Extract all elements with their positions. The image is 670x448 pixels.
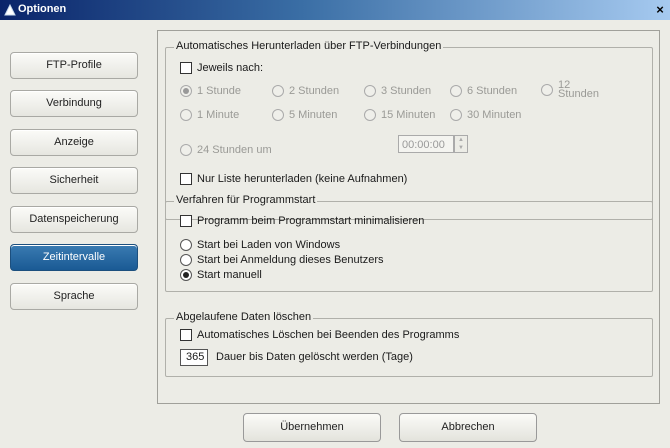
sidebar-item-sicherheit[interactable]: Sicherheit <box>10 167 138 194</box>
radio-circle[interactable] <box>450 109 462 121</box>
interval-label: 1 Stunde <box>197 85 242 97</box>
checkbox-box[interactable] <box>180 215 192 227</box>
auto-delete-label: Automatisches Löschen bei Beenden des Pr… <box>197 329 460 341</box>
daily-time-input[interactable]: 00:00:00 <box>398 135 454 153</box>
radio-circle[interactable] <box>180 269 192 281</box>
checkbox-box[interactable] <box>180 173 192 185</box>
radio-circle[interactable] <box>364 109 376 121</box>
interval-label: 3 Stunden <box>381 85 432 97</box>
list-only-label: Nur Liste herunterladen (keine Aufnahmen… <box>197 173 408 185</box>
apply-button[interactable]: Übernehmen <box>243 413 381 442</box>
sidebar-item-ftp-profile[interactable]: FTP-Profile <box>10 52 138 79</box>
interval-label: 1 Minute <box>197 109 240 121</box>
sidebar-item-sprache[interactable]: Sprache <box>10 283 138 310</box>
auto-download-legend: Automatisches Herunterladen über FTP-Ver… <box>174 40 444 52</box>
startup-radio-login[interactable]: Start bei Anmeldung dieses Benutzers <box>180 254 384 266</box>
every-interval-label: Jeweils nach: <box>197 62 264 74</box>
sidebar-item-zeitintervalle[interactable]: Zeitintervalle <box>10 244 138 271</box>
radio-circle[interactable] <box>180 239 192 251</box>
minimize-checkbox[interactable]: Programm beim Programmstart minimalisier… <box>180 215 424 227</box>
every-interval-checkbox[interactable]: Jeweils nach: <box>180 62 263 74</box>
startup-group: Verfahren für Programmstart Programm bei… <box>165 194 653 292</box>
interval-label: 2 Stunden <box>289 85 340 97</box>
spin-up-icon[interactable]: ▲ <box>455 136 467 144</box>
close-icon[interactable]: × <box>652 2 668 17</box>
interval-label: 15 Minuten <box>381 109 436 121</box>
days-input[interactable]: 365 <box>180 349 208 366</box>
startup-legend: Verfahren für Programmstart <box>174 194 318 206</box>
interval-label: 30 Minuten <box>467 109 522 121</box>
sidebar-item-anzeige[interactable]: Anzeige <box>10 129 138 156</box>
interval-radio-1m[interactable]: 1 Minute <box>180 109 239 121</box>
startup-option-label: Start bei Anmeldung dieses Benutzers <box>197 254 384 266</box>
interval-label: 5 Minuten <box>289 109 338 121</box>
interval-radio-6h[interactable]: 6 Stunden <box>450 85 517 97</box>
radio-circle[interactable] <box>180 144 192 156</box>
window-title: Optionen <box>18 3 67 15</box>
interval-radio-2h[interactable]: 2 Stunden <box>272 85 339 97</box>
list-only-checkbox[interactable]: Nur Liste herunterladen (keine Aufnahmen… <box>180 173 407 185</box>
radio-circle[interactable] <box>364 85 376 97</box>
startup-option-label: Start bei Laden von Windows <box>197 239 341 251</box>
interval-radio-15m[interactable]: 15 Minuten <box>364 109 435 121</box>
interval-radio-3h[interactable]: 3 Stunden <box>364 85 431 97</box>
startup-option-label: Start manuell <box>197 269 262 281</box>
auto-delete-checkbox[interactable]: Automatisches Löschen bei Beenden des Pr… <box>180 329 459 341</box>
radio-circle[interactable] <box>180 109 192 121</box>
sidebar-item-datenspeicherung[interactable]: Datenspeicherung <box>10 206 138 233</box>
sidebar-item-verbindung[interactable]: Verbindung <box>10 90 138 117</box>
radio-circle[interactable] <box>450 85 462 97</box>
radio-circle[interactable] <box>180 254 192 266</box>
checkbox-box[interactable] <box>180 329 192 341</box>
app-icon <box>4 3 16 16</box>
time-spinner[interactable]: ▲ ▼ <box>454 135 468 153</box>
cancel-button[interactable]: Abbrechen <box>399 413 537 442</box>
spin-down-icon[interactable]: ▼ <box>455 144 467 152</box>
interval-radio-12h[interactable]: 12 Stunden <box>541 79 602 100</box>
radio-circle[interactable] <box>541 84 553 96</box>
interval-label: 6 Stunden <box>467 85 518 97</box>
options-panel: Automatisches Herunterladen über FTP-Ver… <box>157 30 660 404</box>
radio-circle[interactable] <box>272 109 284 121</box>
minimize-label: Programm beim Programmstart minimalisier… <box>197 215 425 227</box>
expiry-legend: Abgelaufene Daten löschen <box>174 311 314 323</box>
daily-time-radio[interactable]: 24 Stunden um <box>180 144 272 156</box>
interval-radio-1h[interactable]: 1 Stunde <box>180 85 241 97</box>
radio-circle[interactable] <box>272 85 284 97</box>
daily-time-label: 24 Stunden um <box>197 144 272 156</box>
checkbox-box[interactable] <box>180 62 192 74</box>
radio-circle[interactable] <box>180 85 192 97</box>
startup-radio-manual[interactable]: Start manuell <box>180 269 262 281</box>
interval-radio-30m[interactable]: 30 Minuten <box>450 109 521 121</box>
interval-label: 12 Stunden <box>558 79 599 100</box>
days-label: Dauer bis Daten gelöscht werden (Tage) <box>216 351 413 363</box>
startup-radio-windows[interactable]: Start bei Laden von Windows <box>180 239 340 251</box>
expiry-group: Abgelaufene Daten löschen Automatisches … <box>165 311 653 377</box>
interval-radio-5m[interactable]: 5 Minuten <box>272 109 337 121</box>
title-bar: Optionen × <box>0 0 670 20</box>
